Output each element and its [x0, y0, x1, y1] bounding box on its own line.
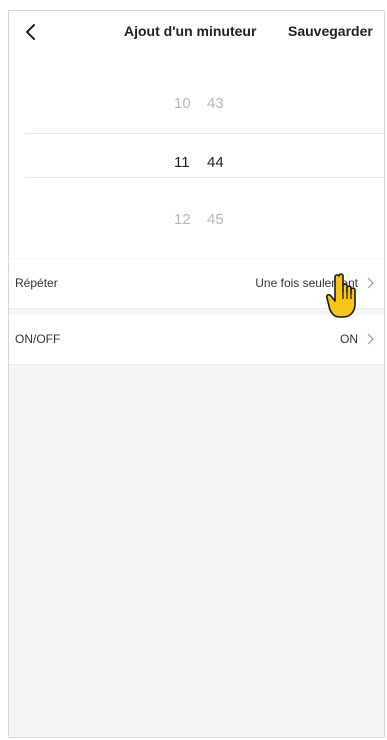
picker-hour: 12 [174, 211, 191, 228]
selection-line-top [26, 133, 384, 134]
picker-hour: 10 [174, 95, 191, 112]
chevron-right-icon [367, 277, 374, 289]
save-button[interactable]: Sauvegarder [288, 23, 373, 39]
header-bar: Ajout d'un minuteur Sauvegarder [9, 11, 384, 54]
chevron-left-icon[interactable] [19, 19, 45, 45]
picker-minute: 45 [207, 211, 224, 228]
time-picker[interactable]: 10 43 11 44 12 45 [9, 53, 384, 258]
on-off-label: ON/OFF [15, 332, 61, 346]
picker-minute: 44 [207, 154, 224, 171]
picker-row-selected[interactable]: 11 44 [9, 154, 384, 178]
picker-minute: 43 [207, 95, 224, 112]
page-title: Ajout d'un minuteur [124, 23, 257, 39]
picker-row-previous[interactable]: 10 43 [9, 95, 384, 119]
picker-row-next[interactable]: 12 45 [9, 211, 384, 235]
picker-hour: 11 [174, 154, 190, 171]
screen-frame: Ajout d'un minuteur Sauvegarder 10 43 11… [8, 10, 385, 738]
chevron-right-icon [367, 333, 374, 345]
on-off-value: ON [340, 332, 358, 346]
pointing-hand-cursor-icon [326, 273, 356, 318]
on-off-row[interactable]: ON/OFF ON [9, 315, 384, 365]
selection-line-bottom [26, 177, 384, 178]
repeat-label: Répéter [15, 276, 58, 290]
